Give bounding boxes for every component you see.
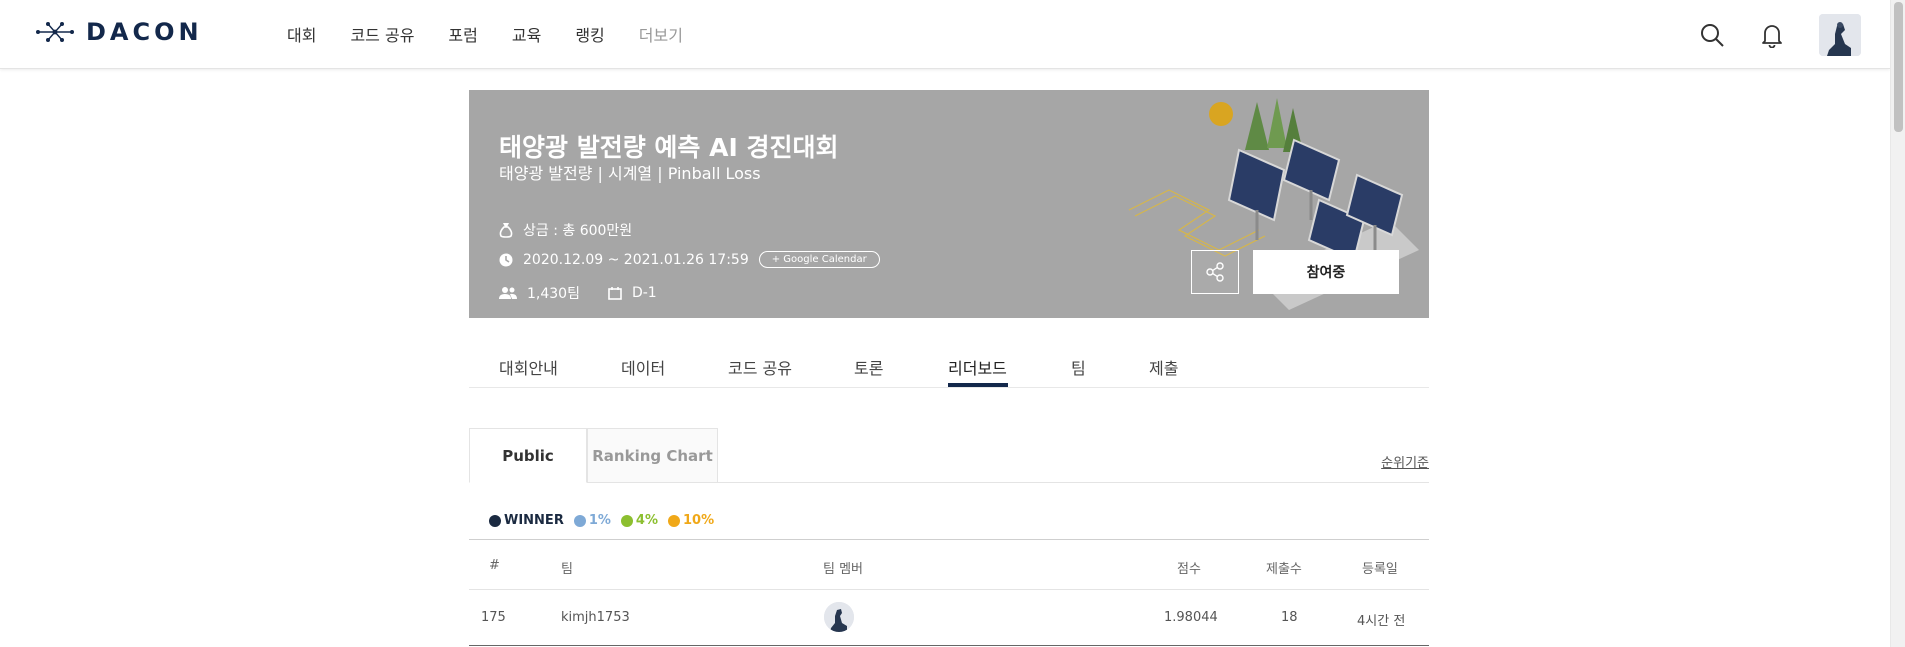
tab-code-share[interactable]: 코드 공유 xyxy=(728,355,792,379)
cell-score: 1.98044 xyxy=(1164,610,1218,625)
money-bag-icon xyxy=(499,223,513,238)
scrollbar-thumb[interactable] xyxy=(1894,2,1903,132)
calendar-icon xyxy=(608,287,622,300)
legend-dot xyxy=(573,514,586,527)
table-header: # 팀 팀 멤버 점수 제출수 등록일 xyxy=(469,539,1429,590)
users-icon xyxy=(499,287,517,299)
legend-1pct: 1% xyxy=(573,513,611,528)
dacon-logo[interactable]: DACON xyxy=(36,18,203,46)
active-tab-indicator xyxy=(948,383,1008,387)
legend-label: 4% xyxy=(635,513,658,528)
tab-submit[interactable]: 제출 xyxy=(1149,355,1178,379)
tab-data[interactable]: 데이터 xyxy=(621,355,665,379)
member-avatar-image xyxy=(824,602,854,632)
legend-10pct: 10% xyxy=(667,513,715,528)
prize-text: 상금 : 총 600만원 xyxy=(523,223,633,239)
tab-team[interactable]: 팀 xyxy=(1071,355,1086,379)
tab-discussion[interactable]: 토론 xyxy=(854,355,883,379)
legend-4pct: 4% xyxy=(620,513,658,528)
member-avatar[interactable] xyxy=(824,602,854,632)
nav-competition[interactable]: 대회 xyxy=(287,25,316,47)
joined-button[interactable]: 참여중 xyxy=(1253,250,1399,294)
teams-row: 1,430팀 D-1 xyxy=(499,283,657,303)
legend-dot xyxy=(489,514,501,527)
legend-label: WINNER xyxy=(504,513,564,528)
user-avatar[interactable] xyxy=(1819,14,1861,56)
page-scrollbar[interactable] xyxy=(1890,0,1905,647)
subtab-ranking-chart[interactable]: Ranking Chart xyxy=(587,428,718,483)
nav-ranking[interactable]: 랭킹 xyxy=(575,25,604,47)
rank-legend: WINNER 1% 4% 10% xyxy=(489,513,724,528)
cell-submissions: 18 xyxy=(1281,610,1298,625)
col-team: 팀 xyxy=(561,562,573,577)
competition-subtitle: 태양광 발전량 | 시계열 | Pinball Loss xyxy=(499,164,761,183)
table-row[interactable]: 175 kimjh1753 1.98044 18 4시간 전 xyxy=(469,590,1429,646)
dday-text: D-1 xyxy=(631,285,657,301)
prize-row: 상금 : 총 600만원 xyxy=(499,220,632,240)
leaderboard-table: # 팀 팀 멤버 점수 제출수 등록일 175 kimjh1753 1.9804… xyxy=(469,539,1429,646)
nav-code-share[interactable]: 코드 공유 xyxy=(350,25,414,47)
google-calendar-button[interactable]: + Google Calendar xyxy=(758,251,880,268)
col-score: 점수 xyxy=(1177,562,1201,577)
subtab-public[interactable]: Public xyxy=(469,428,587,483)
top-header: DACON 대회 코드 공유 포럼 교육 랭킹 더보기 xyxy=(0,0,1890,69)
competition-title: 태양광 발전량 예측 AI 경진대회 xyxy=(499,133,839,162)
nav-education[interactable]: 교육 xyxy=(512,25,541,47)
logo-mark-icon xyxy=(36,22,74,42)
col-submissions: 제출수 xyxy=(1266,562,1302,577)
leaderboard-subtabs: Public Ranking Chart 순위기준 xyxy=(469,428,1429,483)
legend-label: 1% xyxy=(588,513,611,528)
share-button[interactable] xyxy=(1191,250,1239,294)
cell-rank: 175 xyxy=(481,610,506,625)
competition-tabs: 대회안내 데이터 코드 공유 토론 리더보드 팀 제출 xyxy=(469,340,1429,388)
cell-team[interactable]: kimjh1753 xyxy=(561,610,630,625)
logo-text: DACON xyxy=(86,18,203,46)
col-members: 팀 멤버 xyxy=(823,562,864,577)
main-nav: 대회 코드 공유 포럼 교육 랭킹 더보기 xyxy=(287,25,717,47)
nav-more[interactable]: 더보기 xyxy=(639,25,683,47)
search-icon[interactable] xyxy=(1699,22,1725,48)
period-text: 2020.12.09 ~ 2021.01.26 17:59 xyxy=(523,251,749,268)
bell-icon[interactable] xyxy=(1759,22,1785,48)
tab-overview[interactable]: 대회안내 xyxy=(499,355,558,379)
legend-winner: WINNER xyxy=(489,513,564,528)
legend-label: 10% xyxy=(682,513,715,528)
competition-banner: 태양광 발전량 예측 AI 경진대회 태양광 발전량 | 시계열 | Pinba… xyxy=(469,90,1429,318)
nav-forum[interactable]: 포럼 xyxy=(448,25,477,47)
ranking-criteria-link[interactable]: 순위기준 xyxy=(1381,452,1429,471)
period-row: 2020.12.09 ~ 2021.01.26 17:59 + Google C… xyxy=(499,251,880,268)
col-date: 등록일 xyxy=(1362,562,1398,577)
col-rank: # xyxy=(489,558,500,573)
cell-date: 4시간 전 xyxy=(1357,614,1406,629)
legend-dot xyxy=(620,514,633,527)
clock-icon xyxy=(499,253,513,266)
share-icon xyxy=(1206,262,1224,282)
avatar-image xyxy=(1819,14,1861,56)
team-count: 1,430팀 xyxy=(527,286,580,302)
legend-dot xyxy=(667,514,680,527)
tab-leaderboard[interactable]: 리더보드 xyxy=(948,355,1007,379)
